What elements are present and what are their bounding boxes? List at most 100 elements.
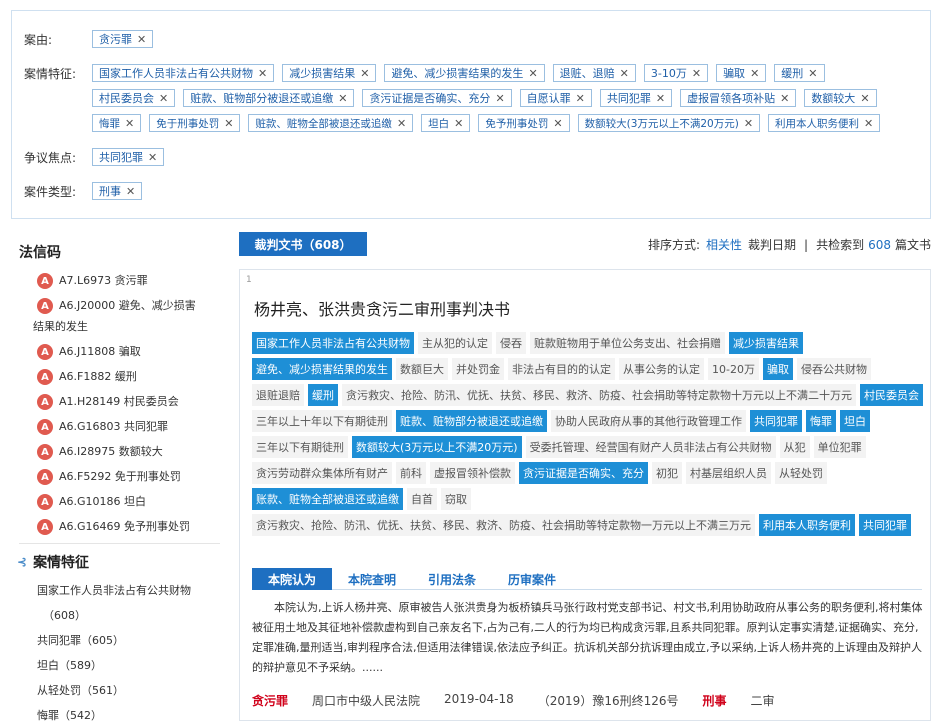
filter-chip[interactable]: 悔罪 ✕ xyxy=(92,114,142,132)
total-count: 608 xyxy=(868,237,891,252)
tag: 贪污劳动群众集体所有财产 xyxy=(252,462,392,484)
close-icon[interactable]: ✕ xyxy=(126,185,135,198)
filter-chip[interactable]: 共同犯罪 ✕ xyxy=(599,89,673,107)
sort-date-link[interactable]: 裁判日期 xyxy=(748,236,796,253)
filter-chip[interactable]: 虚报冒领各项补贴 ✕ xyxy=(680,89,797,107)
tag: 数额巨大 xyxy=(396,358,448,380)
tab-judgment-docs[interactable]: 裁判文书（608） xyxy=(239,232,367,256)
fxm-item[interactable]: A A6.J20000 避免、减少损害 xyxy=(11,293,228,318)
filter-chip[interactable]: 骗取 ✕ xyxy=(716,64,767,82)
close-icon[interactable]: ✕ xyxy=(780,92,789,105)
close-icon[interactable]: ✕ xyxy=(137,33,146,46)
close-icon[interactable]: ✕ xyxy=(620,67,629,80)
filter-label-zhengyi: 争议焦点: xyxy=(24,150,77,165)
close-icon[interactable]: ✕ xyxy=(454,117,463,130)
filter-chip[interactable]: 赃款、赃物全部被退还或追缴 ✕ xyxy=(248,114,414,132)
sort-label: 排序方式: xyxy=(647,238,700,252)
tag-highlighted: 共同犯罪 xyxy=(750,410,802,432)
tag: 10-20万 xyxy=(708,358,759,380)
filter-chip[interactable]: 3-10万 ✕ xyxy=(643,64,709,82)
fxm-item[interactable]: A A6.G16803 共同犯罪 xyxy=(11,414,228,439)
subtab-2[interactable]: 本院查明 xyxy=(332,568,412,590)
filter-chip[interactable]: 自愿认罪 ✕ xyxy=(519,89,592,107)
result-subtabs: 本院认为 本院查明 引用法条 历审案件 xyxy=(252,568,922,590)
sort-bar: 排序方式: 相关性 裁判日期 | 共检索到 608 篇文书 xyxy=(648,236,931,253)
close-icon[interactable]: ✕ xyxy=(576,92,585,105)
meta-court: 周口市中级人民法院 xyxy=(312,694,421,708)
tag-row: 国家工作人员非法占有公共财物 主从犯的认定 侵吞 赃款赃物用于单位公务支出、社会捐赠减… xyxy=(252,330,922,356)
fxm-law-icon: A xyxy=(37,273,53,289)
close-icon[interactable]: ✕ xyxy=(744,117,753,130)
close-icon[interactable]: ✕ xyxy=(159,92,168,105)
subtab-3[interactable]: 引用法条 xyxy=(412,568,492,590)
filter-chip[interactable]: 村民委员会 ✕ xyxy=(92,89,176,107)
filter-chip[interactable]: 刑事 ✕ xyxy=(92,182,143,200)
filter-chip[interactable]: 免予刑事处罚 ✕ xyxy=(478,114,570,132)
filter-chip[interactable]: 数额较大(3万元以上不满20万元) ✕ xyxy=(577,114,761,132)
total-prefix: 共检索到 xyxy=(816,238,865,252)
close-icon[interactable]: ✕ xyxy=(148,151,157,164)
fxm-item[interactable]: A A7.L6973 贪污罪 xyxy=(11,268,228,293)
close-icon[interactable]: ✕ xyxy=(656,92,665,105)
feature-item[interactable]: 共同犯罪（605） xyxy=(11,628,228,653)
tag-row: 贪污救灾、抢险、防汛、优抚、扶贫、移民、救济、防疫、社会捐助等特定款物一万元以上… xyxy=(252,512,922,538)
filter-chip[interactable]: 贪污证据是否确实、充分 ✕ xyxy=(362,89,512,107)
subtab-1[interactable]: 本院认为 xyxy=(252,568,333,590)
tag: 协助人民政府从事的其他行政管理工作 xyxy=(551,410,746,432)
filter-chip[interactable]: 减少损害结果 ✕ xyxy=(282,64,377,82)
filter-chip[interactable]: 赃款、赃物部分被退还或追缴 ✕ xyxy=(183,89,355,107)
close-icon[interactable]: ✕ xyxy=(495,92,504,105)
filter-chip[interactable]: 共同犯罪 ✕ xyxy=(92,148,165,166)
fxm-item-wrap: 结果的发生 xyxy=(33,320,88,333)
fxm-item[interactable]: A A6.I28975 数额较大 xyxy=(11,439,228,464)
filter-chip[interactable]: 利用本人职务便利 ✕ xyxy=(768,114,881,132)
tag: 村基层组织人员 xyxy=(686,462,771,484)
filter-row-tezheng-3: 悔罪 ✕ 免于刑事处罚 ✕ 赃款、赃物全部被退还或追缴 ✕ 坦白 ✕ 免予刑事处罚 ✕ 数额较大(3… xyxy=(92,114,888,132)
feature-item[interactable]: 国家工作人员非法占有公共财物 xyxy=(11,578,228,603)
fxm-item[interactable]: A A6.G10186 坦白 xyxy=(11,489,228,514)
close-icon[interactable]: ✕ xyxy=(258,67,267,80)
close-icon[interactable]: ✕ xyxy=(750,67,759,80)
result-title-link[interactable]: 杨井亮、张洪贵贪污二审刑事判决书 xyxy=(254,296,510,320)
fxm-item[interactable]: A A6.J11808 骗取 xyxy=(11,339,228,364)
tag: 单位犯罪 xyxy=(813,436,866,458)
feature-item[interactable]: 从轻处罚（561） xyxy=(11,678,228,703)
feature-item[interactable]: 悔罪（542） xyxy=(11,703,228,721)
feature-item[interactable]: 坦白（589） xyxy=(11,653,228,678)
close-icon[interactable]: ✕ xyxy=(338,92,347,105)
fxm-item[interactable]: A A6.G16469 免予刑事处罚 xyxy=(11,514,228,539)
filter-chip-label: 避免、减少损害结果的发生 xyxy=(391,67,524,80)
close-icon[interactable]: ✕ xyxy=(125,117,134,130)
fxm-law-icon: A xyxy=(37,394,53,410)
fxm-law-icon: A xyxy=(37,298,53,314)
tag-highlighted: 共同犯罪 xyxy=(859,514,911,536)
fxm-item[interactable]: A A1.H28149 村民委员会 xyxy=(11,389,228,414)
close-icon[interactable]: ✕ xyxy=(808,67,817,80)
subtab-4[interactable]: 历审案件 xyxy=(492,568,572,590)
close-icon[interactable]: ✕ xyxy=(692,67,701,80)
close-icon[interactable]: ✕ xyxy=(528,67,537,80)
close-icon[interactable]: ✕ xyxy=(397,117,406,130)
filter-chip[interactable]: 缓刑 ✕ xyxy=(774,64,825,82)
results-header: 裁判文书（608） 排序方式: 相关性 裁判日期 | 共检索到 608 篇文书 xyxy=(239,232,931,256)
filter-chip[interactable]: 避免、减少损害结果的发生 ✕ xyxy=(384,64,545,82)
feature-item[interactable]: （608） xyxy=(11,603,228,628)
filter-chip[interactable]: 退赃、退赔 ✕ xyxy=(552,64,636,82)
filter-chip-label: 3-10万 xyxy=(650,67,687,80)
close-icon[interactable]: ✕ xyxy=(360,67,369,80)
sort-relevance-link[interactable]: 相关性 xyxy=(706,236,742,253)
filter-chip[interactable]: 坦白 ✕ xyxy=(421,114,471,132)
filter-chip[interactable]: 国家工作人员非法占有公共财物 ✕ xyxy=(92,64,275,82)
filter-chip[interactable]: 免于刑事处罚 ✕ xyxy=(149,114,241,132)
close-icon[interactable]: ✕ xyxy=(860,92,869,105)
filter-chip[interactable]: 数额较大 ✕ xyxy=(804,89,877,107)
close-icon[interactable]: ✕ xyxy=(224,117,233,130)
fxm-item[interactable]: A A6.F5292 免于刑事处罚 xyxy=(11,464,228,489)
filter-chip-label: 赃款、赃物全部被退还或追缴 xyxy=(255,117,392,130)
close-icon[interactable]: ✕ xyxy=(553,117,562,130)
fxm-item-label: A6.G16803 共同犯罪 xyxy=(59,420,169,433)
filter-chip[interactable]: 贪污罪 ✕ xyxy=(92,30,154,48)
fxm-law-icon: A xyxy=(37,419,53,435)
fxm-item[interactable]: A A6.F1882 缓刑 xyxy=(11,364,228,389)
close-icon[interactable]: ✕ xyxy=(864,117,873,130)
